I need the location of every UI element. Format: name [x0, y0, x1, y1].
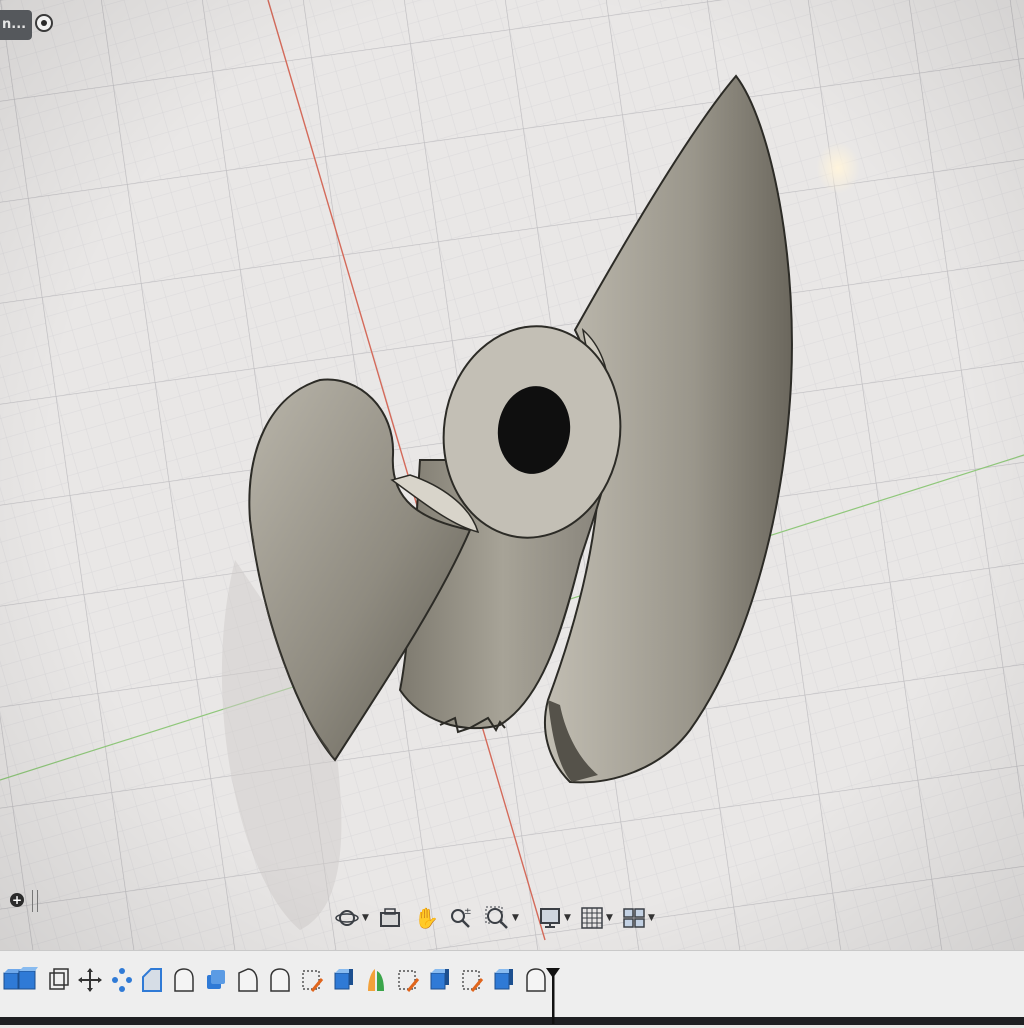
timeline-feature[interactable] — [460, 965, 484, 995]
sketch-feature-icon — [18, 967, 38, 990]
pan-hand-icon: ✋ — [414, 906, 439, 930]
sketch-feature-icon — [368, 969, 384, 991]
timeline-feature[interactable] — [140, 965, 164, 995]
grid-settings-icon — [581, 907, 603, 929]
orbit-button[interactable]: ▼ — [334, 898, 369, 938]
look-at-icon — [380, 908, 400, 927]
sketch-edit-feature-icon — [430, 969, 449, 990]
viewport-scene — [0, 0, 1024, 1024]
chamfer-feature-icon — [142, 968, 162, 992]
viewports-icon — [623, 908, 645, 928]
pattern-feature-icon — [78, 968, 102, 992]
revolve-feature-icon — [302, 970, 324, 992]
box-feature-icon — [398, 970, 420, 992]
playhead-marker-icon — [546, 968, 560, 1024]
target-icon[interactable] — [35, 14, 53, 32]
viewports-button[interactable]: ▼ — [622, 898, 655, 938]
zoom-window-button[interactable]: ▼ — [484, 898, 519, 938]
plane-feature-icon — [238, 968, 258, 992]
document-tab[interactable]: n... — [0, 10, 32, 40]
chevron-down-icon: ▼ — [648, 913, 655, 923]
loft-feature-icon — [207, 970, 225, 989]
timeline-feature[interactable] — [236, 965, 260, 995]
timeline-bar — [0, 950, 1024, 1025]
timeline-feature[interactable] — [204, 965, 228, 995]
chevron-down-icon: ▼ — [362, 913, 369, 923]
chevron-down-icon: ▼ — [564, 913, 571, 923]
timeline-feature[interactable] — [332, 965, 356, 995]
zoom-icon: ± — [451, 907, 472, 928]
panel-grip-icon[interactable] — [32, 890, 38, 912]
orbit-icon — [335, 910, 359, 926]
timeline-feature[interactable] — [110, 965, 134, 995]
body-feature-icon — [462, 970, 484, 992]
mirror-feature-icon — [334, 969, 353, 990]
3d-canvas[interactable] — [0, 0, 1024, 1024]
svg-text:±: ± — [464, 907, 472, 917]
timeline-feature[interactable] — [16, 965, 40, 995]
fillet-feature-icon — [112, 968, 132, 992]
timeline-feature[interactable] — [364, 965, 388, 995]
navigation-bar: ▼ ✋ ± ▼ ▼ ▼ ▼ — [330, 898, 670, 938]
zoom-button[interactable]: ± — [448, 898, 472, 938]
chevron-down-icon: ▼ — [512, 913, 519, 923]
timeline-feature[interactable] — [46, 965, 70, 995]
grid-settings-button[interactable]: ▼ — [580, 898, 613, 938]
pan-button[interactable]: ✋ — [414, 898, 439, 938]
chevron-down-icon: ▼ — [606, 913, 613, 923]
timeline-feature[interactable] — [300, 965, 324, 995]
display-settings-button[interactable]: ▼ — [538, 898, 571, 938]
sketch-edit-feature-icon — [270, 968, 290, 992]
hole-feature-icon — [494, 969, 513, 990]
timeline-feature[interactable] — [428, 965, 452, 995]
zoom-window-icon — [485, 906, 508, 929]
look-at-button[interactable] — [378, 898, 402, 938]
timeline-feature[interactable] — [492, 965, 516, 995]
timeline-feature[interactable] — [172, 965, 196, 995]
move-feature-icon — [49, 968, 69, 990]
document-tab-label: n... — [2, 17, 27, 32]
timeline-feature[interactable] — [396, 965, 420, 995]
timeline-playhead[interactable] — [545, 968, 561, 1024]
body-feature-icon — [174, 968, 194, 992]
add-icon[interactable]: + — [10, 893, 24, 907]
timeline-feature[interactable] — [78, 965, 102, 995]
timeline-feature[interactable] — [268, 965, 292, 995]
display-settings-icon — [540, 908, 560, 928]
